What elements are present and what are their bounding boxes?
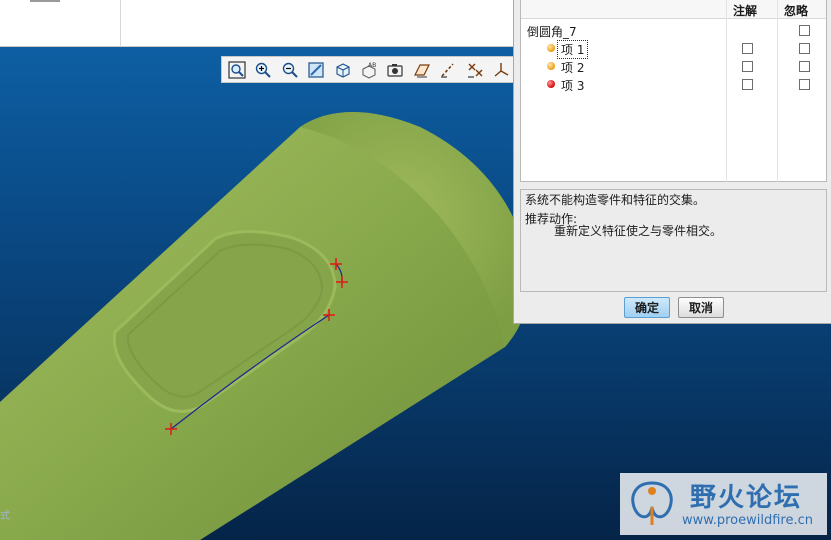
forum-title: 野火论坛 xyxy=(690,483,803,513)
ignore-checkbox[interactable] xyxy=(799,61,810,72)
zoom-in-icon xyxy=(255,62,271,78)
ignore-checkbox[interactable] xyxy=(799,79,810,90)
tree-item-row[interactable]: 项 1 xyxy=(521,39,826,59)
display-style-icon xyxy=(335,62,350,78)
ok-button[interactable]: 确定 xyxy=(624,297,670,318)
recommended-action-text: 重新定义特征使之与零件相交。 xyxy=(554,224,723,238)
point-display-button[interactable] xyxy=(463,59,486,81)
error-status-icon xyxy=(547,80,555,88)
view-toolbar: AB xyxy=(221,56,513,83)
column-header-ignore[interactable]: 忽略 xyxy=(784,2,808,19)
grid-header: 注解 忽略 xyxy=(521,0,826,182)
tree-item-label: 项 2 xyxy=(561,61,585,75)
point-display-icon xyxy=(467,63,483,78)
saved-views-icon: AB xyxy=(362,62,376,79)
troubleshooter-dialog: 注解 忽略 倒圆角_7 项 1 项 2 项 3 系统不能构造零件和特征的交集。 xyxy=(513,0,831,324)
annotate-checkbox[interactable] xyxy=(742,79,753,90)
ribbon-stub xyxy=(30,0,60,2)
datum-axis-display-button[interactable] xyxy=(437,59,460,81)
zoom-in-button[interactable] xyxy=(251,59,274,81)
ribbon-area xyxy=(0,0,513,47)
message-panel: 系统不能构造零件和特征的交集。 推荐动作: 重新定义特征使之与零件相交。 xyxy=(520,189,827,292)
tree-item-row[interactable]: 项 2 xyxy=(521,57,826,75)
named-view-camera-icon xyxy=(387,63,404,77)
tree-root-label: 倒圆角_7 xyxy=(527,25,577,39)
refit-button[interactable] xyxy=(225,59,248,81)
datum-plane-display-button[interactable] xyxy=(410,59,433,81)
warning-status-icon xyxy=(547,62,555,70)
repaint-icon xyxy=(308,61,324,78)
zoom-out-icon xyxy=(282,62,298,78)
message-text: 系统不能构造零件和特征的交集。 xyxy=(525,193,706,207)
display-style-button[interactable] xyxy=(331,59,354,81)
tree-item-label: 项 3 xyxy=(561,79,585,93)
csys-display-button[interactable] xyxy=(490,59,513,81)
annotate-checkbox[interactable] xyxy=(742,43,753,54)
forum-logo-icon xyxy=(631,481,673,525)
ignore-checkbox[interactable] xyxy=(799,43,810,54)
tree-root-row[interactable]: 倒圆角_7 xyxy=(521,21,826,39)
forum-url: www.proewildfire.cn xyxy=(682,513,813,528)
ignore-checkbox[interactable] xyxy=(799,25,810,36)
named-view-button[interactable] xyxy=(384,59,407,81)
refit-icon xyxy=(228,60,246,79)
datum-plane-display-icon xyxy=(413,63,430,77)
column-header-annotate[interactable]: 注解 xyxy=(733,2,757,19)
svg-text:AB: AB xyxy=(368,62,376,69)
annotate-checkbox[interactable] xyxy=(742,61,753,72)
saved-views-button[interactable]: AB xyxy=(357,59,380,81)
tree-item-row[interactable]: 项 3 xyxy=(521,75,826,93)
feature-item-grid: 注解 忽略 倒圆角_7 项 1 项 2 项 3 xyxy=(520,0,827,182)
warning-status-icon xyxy=(547,44,555,52)
csys-display-icon xyxy=(494,62,509,77)
ribbon-divider xyxy=(120,0,121,47)
tree-item-label: 项 1 xyxy=(556,40,589,59)
forum-watermark: 野火论坛 www.proewildfire.cn xyxy=(620,473,827,535)
zoom-out-button[interactable] xyxy=(278,59,301,81)
viewport-corner-label: 式 xyxy=(0,511,10,522)
repaint-button[interactable] xyxy=(304,59,327,81)
datum-axis-display-icon xyxy=(441,62,454,78)
cancel-button[interactable]: 取消 xyxy=(678,297,724,318)
